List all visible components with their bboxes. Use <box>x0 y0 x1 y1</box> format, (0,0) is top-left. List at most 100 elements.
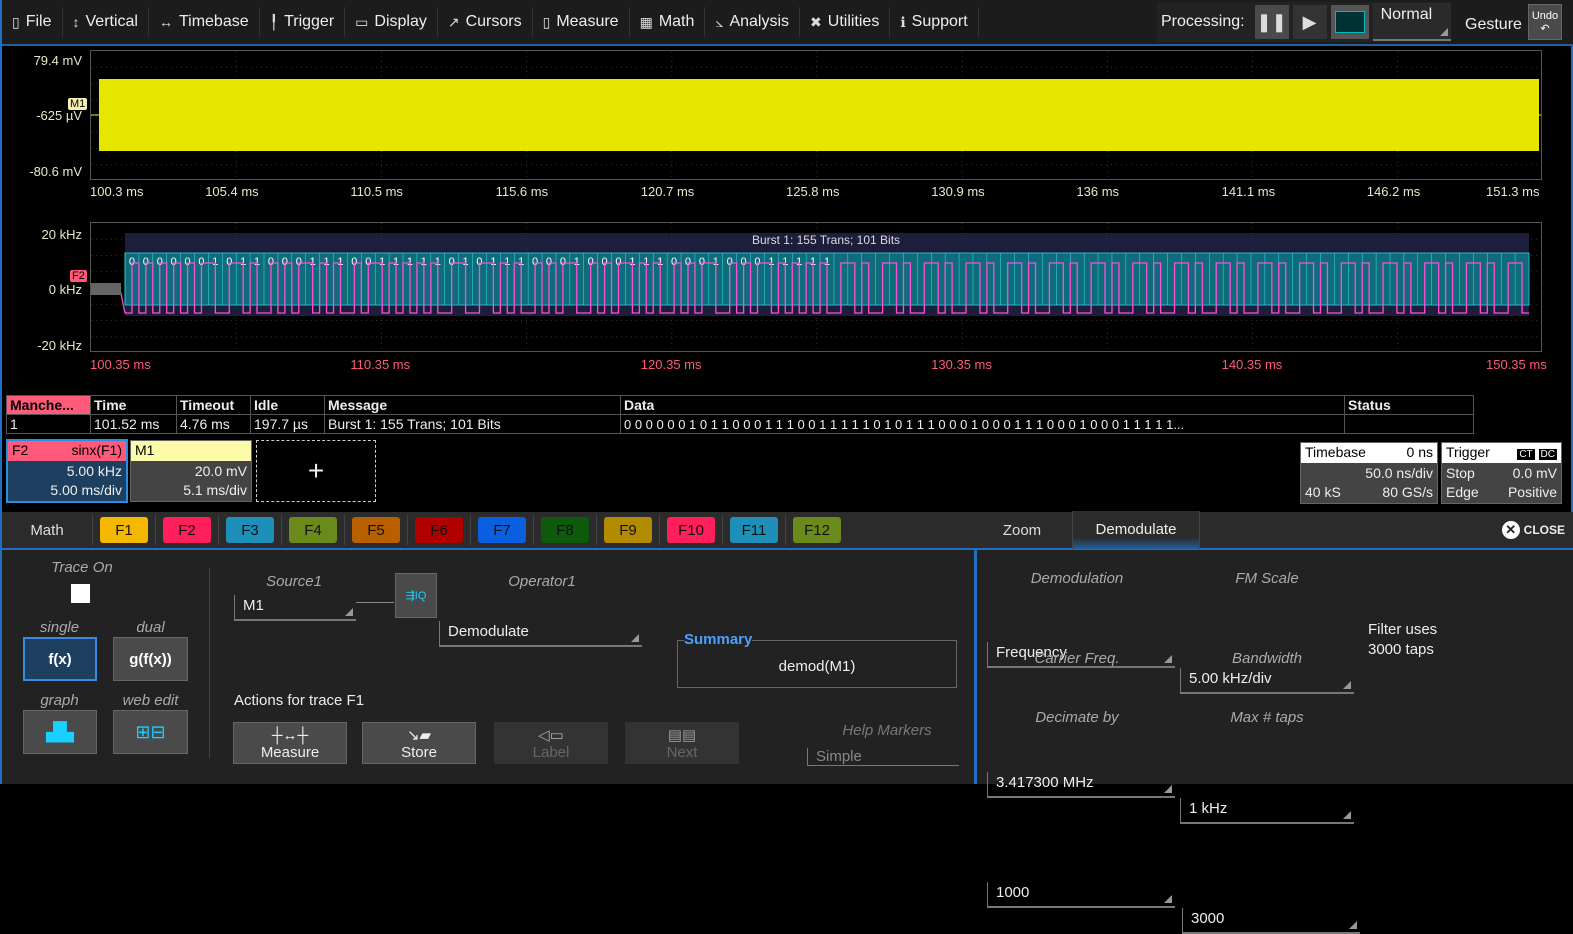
trace-on-checkbox[interactable] <box>71 584 90 603</box>
tab-separator <box>722 515 723 545</box>
store-button[interactable]: ↘▰ Store <box>362 722 476 764</box>
tab-f12[interactable]: F12 <box>793 517 841 543</box>
fm-scale-label: FM Scale <box>1235 570 1299 587</box>
bandwidth-field[interactable]: 1 kHz <box>1180 798 1354 824</box>
tab-f5[interactable]: F5 <box>352 517 400 543</box>
undo-icon: ↶ <box>1540 22 1550 35</box>
m1-trace-marker[interactable]: M1 <box>68 98 88 110</box>
graph-button[interactable]: ▟▙ <box>23 710 97 754</box>
web-edit-button[interactable]: ⊞⊟ <box>113 710 188 754</box>
label-button[interactable]: ◁▭ Label <box>494 722 608 764</box>
col-message[interactable]: Message <box>324 395 621 415</box>
tab-f1[interactable]: F1 <box>100 517 148 543</box>
menu-analysis[interactable]: ⦣ Analysis <box>705 7 801 37</box>
close-label: CLOSE <box>1523 523 1565 537</box>
col-idle[interactable]: Idle <box>250 395 325 415</box>
single-function-button[interactable]: f(x) <box>23 637 97 681</box>
measure-icon: ▯ <box>542 13 551 30</box>
max-taps-field[interactable]: 3000 <box>1182 908 1360 934</box>
web-edit-icon: ⊞⊟ <box>135 721 166 742</box>
math-icon: ▦ <box>639 13 653 30</box>
menu-math[interactable]: ▦ Math <box>630 7 706 37</box>
operator-icon-button[interactable]: ⇶IQ <box>395 573 437 618</box>
col-time[interactable]: Time <box>90 395 177 415</box>
mode-select[interactable]: Normal <box>1372 3 1451 41</box>
menu-file[interactable]: ▯ File <box>2 7 63 37</box>
menu-label: Trigger <box>284 13 335 30</box>
menu-cursors[interactable]: ↗ Cursors <box>438 7 533 37</box>
menu-utilities[interactable]: ✖ Utilities <box>800 7 891 37</box>
utilities-icon: ✖ <box>810 13 822 30</box>
menu-timebase[interactable]: ↔ Timebase <box>149 7 260 37</box>
tab-f7[interactable]: F7 <box>478 517 526 543</box>
pause-button[interactable]: ❚❚ <box>1254 5 1289 39</box>
timebase-descriptor[interactable]: Timebase 0 ns 50.0 ns/div 40 kS 80 GS/s <box>1300 442 1438 504</box>
tab-math[interactable]: Math <box>2 522 92 539</box>
next-button[interactable]: ▤▤ Next <box>625 722 739 764</box>
tab-separator <box>281 515 282 545</box>
trigger-dc: DC <box>1538 449 1557 460</box>
tab-separator <box>344 515 345 545</box>
carrier-freq-field[interactable]: 3.417300 MHz <box>987 772 1175 798</box>
divider <box>209 568 210 758</box>
store-icon: ↘▰ <box>406 727 432 744</box>
close-button[interactable]: ✕ CLOSE <box>1501 521 1565 539</box>
col-timeout[interactable]: Timeout <box>176 395 251 415</box>
time-tick-label: 125.8 ms <box>786 184 840 199</box>
tab-f6[interactable]: F6 <box>415 517 463 543</box>
menu-label: Vertical <box>85 13 138 30</box>
panel-divider <box>974 550 977 784</box>
summary-title: Summary <box>684 631 753 648</box>
tab-f11[interactable]: F11 <box>730 517 778 543</box>
tab-f10[interactable]: F10 <box>667 517 715 543</box>
cell-idle: 197.7 µs <box>250 414 325 434</box>
f2-descriptor[interactable]: F2 sinx(F1) 5.00 kHz 5.00 ms/div <box>6 439 128 503</box>
undo-button[interactable]: Undo ↶ <box>1528 4 1562 40</box>
table-row[interactable]: 1 101.52 ms 4.76 ms 197.7 µs Burst 1: 15… <box>6 414 1474 434</box>
measure-button[interactable]: ┼↔┼ Measure <box>233 722 347 764</box>
dual-function-button[interactable]: g(f(x)) <box>113 637 188 681</box>
menu-vertical[interactable]: ↕ Vertical <box>63 7 149 37</box>
m1-descriptor[interactable]: M1 20.0 mV 5.1 ms/div <box>130 440 252 502</box>
col-status[interactable]: Status <box>1344 395 1474 415</box>
tab-separator <box>533 515 534 545</box>
col-data[interactable]: Data <box>620 395 1345 415</box>
fm-scale-field[interactable]: 5.00 kHz/div <box>1180 668 1354 694</box>
col-protocol[interactable]: Manche... <box>6 395 91 415</box>
menu-measure[interactable]: ▯ Measure <box>533 7 630 37</box>
m1-y-mid: -625 µV <box>36 108 82 123</box>
tab-f4[interactable]: F4 <box>289 517 337 543</box>
file-icon: ▯ <box>12 13 20 30</box>
menu-trigger[interactable]: ╿ Trigger <box>260 7 346 37</box>
source1-select[interactable]: M1 <box>234 595 356 621</box>
burst-label: Burst 1: 155 Trans; 101 Bits <box>751 233 901 247</box>
decimate-field[interactable]: 1000 <box>987 882 1175 908</box>
menu-display[interactable]: ▭ Display <box>345 7 438 37</box>
menu-support[interactable]: ℹ Support <box>890 7 979 37</box>
tab-separator <box>596 515 597 545</box>
trigger-descriptor[interactable]: Trigger CT DC Stop 0.0 mV Edge Positive <box>1441 442 1562 504</box>
time-tick-label: 146.2 ms <box>1366 184 1421 199</box>
tab-f8[interactable]: F8 <box>541 517 589 543</box>
tab-f3[interactable]: F3 <box>226 517 274 543</box>
tab-separator <box>155 515 156 545</box>
tab-f9[interactable]: F9 <box>604 517 652 543</box>
display-grid-button[interactable] <box>1330 5 1369 39</box>
operator1-select[interactable]: Demodulate <box>439 621 642 647</box>
support-icon: ℹ <box>900 13 906 30</box>
play-button[interactable]: ▶ <box>1292 5 1327 39</box>
tab-separator <box>659 515 660 545</box>
f2-trace-marker[interactable]: F2 <box>70 270 87 282</box>
f2-scale: 5.00 kHz <box>66 463 122 479</box>
tab-f2[interactable]: F2 <box>163 517 211 543</box>
tab-zoom[interactable]: Zoom <box>972 522 1072 539</box>
tab-demodulate[interactable]: Demodulate <box>1072 511 1200 549</box>
help-markers-select[interactable]: Simple <box>807 748 959 766</box>
filter-note: Filter uses 3000 taps <box>1368 620 1437 660</box>
trigger-icon: ╿ <box>269 13 279 30</box>
timebase-title: Timebase <box>1305 444 1366 460</box>
time-tick-label: 120.7 ms <box>640 184 695 199</box>
demodulation-label: Demodulation <box>1030 570 1124 587</box>
add-trace-button[interactable]: + <box>256 440 376 502</box>
time-tick-label: 115.6 ms <box>495 184 549 199</box>
